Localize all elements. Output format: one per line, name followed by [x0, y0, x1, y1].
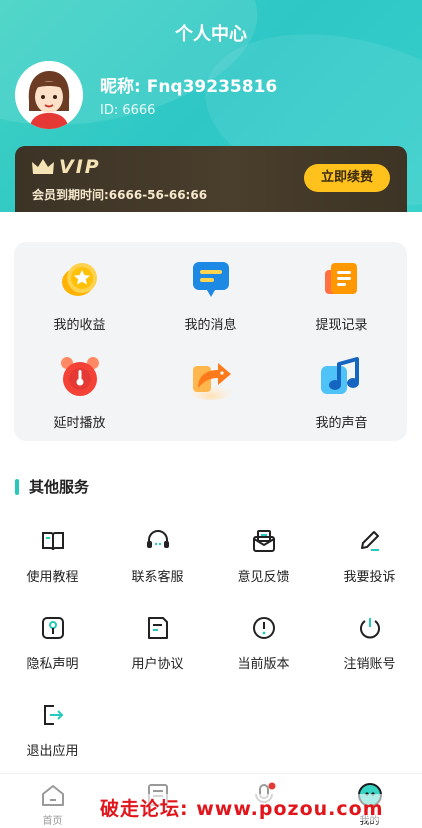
- service-label: 使用教程: [26, 570, 79, 585]
- service-current-version[interactable]: 当前版本: [211, 615, 316, 695]
- grid-label: 我的收益: [53, 318, 106, 333]
- grid-item-withdraw-records[interactable]: 提现记录: [276, 242, 407, 338]
- feedback-mail-icon: [253, 530, 275, 552]
- service-privacy[interactable]: 隐私声明: [0, 615, 105, 695]
- grid-item-delayed-play[interactable]: 延时播放: [14, 340, 145, 436]
- record-icon: [325, 263, 357, 294]
- share-arrow-icon: [189, 363, 233, 400]
- pencil-icon: [361, 531, 379, 551]
- vip-card: VIP 会员到期时间:6666-56-66:66 立即续费: [15, 146, 407, 212]
- coin-star-icon: [62, 263, 97, 296]
- vip-expire-time: 会员到期时间:6666-56-66:66: [32, 188, 208, 202]
- section-accent-bar: [15, 478, 19, 495]
- home-icon: [42, 785, 64, 806]
- service-tutorial[interactable]: 使用教程: [0, 528, 105, 608]
- tab-home[interactable]: 首页: [0, 774, 105, 828]
- message-icon: [193, 262, 229, 297]
- service-label: 用户协议: [131, 657, 184, 672]
- power-icon: [360, 618, 380, 639]
- service-label: 当前版本: [237, 657, 290, 672]
- service-label: 隐私声明: [26, 657, 79, 672]
- service-complaint[interactable]: 我要投诉: [317, 528, 422, 608]
- info-icon: [253, 617, 275, 639]
- nickname: 昵称: Fnq39235816: [100, 77, 278, 97]
- vip-badge-text: VIP: [59, 156, 101, 178]
- profile-header: 个人中心 昵称: Fnq39235816 ID: 6666 VIP 会员到期时间…: [0, 0, 422, 212]
- service-user-agreement[interactable]: 用户协议: [105, 615, 210, 695]
- service-label: 注销账号: [343, 657, 396, 672]
- grid-item-earnings[interactable]: 我的收益: [14, 242, 145, 338]
- grid-item-my-voice[interactable]: 我的声音: [276, 340, 407, 436]
- crown-icon: [32, 159, 54, 174]
- service-label: 退出应用: [26, 744, 79, 759]
- user-id: ID: 6666: [100, 103, 156, 118]
- headset-icon: [147, 529, 169, 548]
- grid-label: 延时播放: [53, 416, 106, 431]
- feature-grid: 我的收益 我的消息 提现记录 延时播放 我的声音: [14, 242, 407, 441]
- service-contact-support[interactable]: 联系客服: [105, 528, 210, 608]
- page-title: 个人中心: [175, 24, 247, 45]
- agreement-doc-icon: [148, 617, 168, 639]
- alarm-clock-icon: [61, 357, 99, 396]
- avatar[interactable]: [15, 61, 83, 129]
- service-label: 我要投诉: [343, 570, 396, 585]
- service-label: 意见反馈: [237, 570, 290, 585]
- service-delete-account[interactable]: 注销账号: [317, 615, 422, 695]
- vip-logo: VIP: [31, 156, 101, 178]
- services-section-title: 其他服务: [15, 476, 89, 497]
- grid-label: 我的消息: [184, 318, 237, 333]
- music-note-icon: [321, 357, 359, 394]
- service-feedback[interactable]: 意见反馈: [211, 528, 316, 608]
- grid-label: 我的声音: [315, 416, 368, 431]
- book-icon: [42, 532, 64, 551]
- grid-item-messages[interactable]: 我的消息: [145, 242, 276, 338]
- watermark: 破走论坛: www.pozou.com: [100, 794, 384, 821]
- grid-label: 提现记录: [315, 318, 368, 333]
- tab-label: 首页: [42, 816, 63, 827]
- services-title-text: 其他服务: [29, 478, 90, 496]
- logout-icon: [44, 705, 64, 725]
- renew-button[interactable]: 立即续费: [304, 164, 390, 192]
- service-label: 联系客服: [131, 570, 184, 585]
- service-exit-app[interactable]: 退出应用: [0, 702, 105, 782]
- privacy-key-icon: [42, 617, 64, 639]
- profile-page: 个人中心 昵称: Fnq39235816 ID: 6666 VIP 会员到期时间…: [0, 0, 422, 828]
- grid-item-share[interactable]: [145, 340, 276, 436]
